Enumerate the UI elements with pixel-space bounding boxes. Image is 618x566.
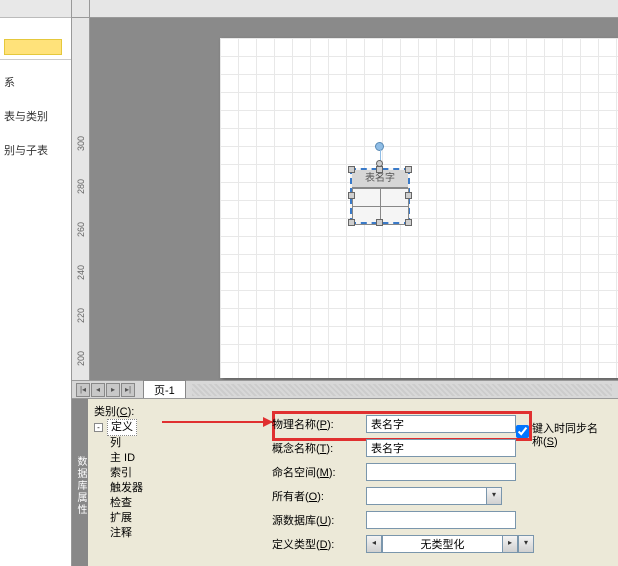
tab-first-button[interactable]: |◂ bbox=[76, 383, 90, 397]
database-properties-panel: 数据库属性 类别(C): - 定义 列 主 ID 索引 触发器 检查 扩展 注释… bbox=[72, 398, 618, 566]
physical-name-label: 物理名称(P): bbox=[272, 416, 360, 432]
tree-item[interactable]: 检查 bbox=[110, 496, 184, 511]
tree-expand-icon[interactable]: - bbox=[94, 423, 103, 432]
tree-children: 列 主 ID 索引 触发器 检查 扩展 注释 bbox=[110, 436, 184, 541]
row-source-db: 源数据库(U): bbox=[272, 511, 612, 529]
namespace-input[interactable] bbox=[366, 463, 516, 481]
tree-item[interactable]: 主 ID bbox=[110, 451, 184, 466]
chevron-down-icon[interactable]: ▾ bbox=[486, 487, 502, 505]
left-panel-lower bbox=[0, 380, 72, 566]
ruler-tick: 260 bbox=[76, 222, 86, 237]
tree-item[interactable]: 注释 bbox=[110, 526, 184, 541]
tree-item[interactable]: 触发器 bbox=[110, 481, 184, 496]
ruler-tick: 280 bbox=[76, 179, 86, 194]
left-category-panel: 系 表与类别 别与子表 bbox=[0, 0, 72, 380]
source-db-label: 源数据库(U): bbox=[272, 512, 360, 528]
sync-names-checkbox[interactable] bbox=[516, 425, 529, 438]
category-tree[interactable]: - 定义 列 主 ID 索引 触发器 检查 扩展 注释 bbox=[94, 419, 184, 541]
tab-last-button[interactable]: ▸| bbox=[121, 383, 135, 397]
resize-handle-icon[interactable] bbox=[405, 192, 412, 199]
drawing-canvas-wrapper: 200 220 240 260 280 300 表名字 bbox=[72, 0, 618, 380]
source-db-input[interactable] bbox=[366, 511, 516, 529]
owner-label: 所有者(O): bbox=[272, 488, 360, 504]
row-owner: 所有者(O): ▾ bbox=[272, 487, 612, 505]
ruler-tick: 240 bbox=[76, 265, 86, 280]
physical-name-input[interactable] bbox=[366, 415, 516, 433]
annotation-arrow-icon bbox=[162, 421, 272, 423]
category-heading: 类别(C): bbox=[94, 403, 134, 419]
tree-root-label[interactable]: 定义 bbox=[107, 419, 137, 436]
resize-handle-icon[interactable] bbox=[348, 192, 355, 199]
tab-strip-filler bbox=[192, 384, 612, 396]
row-def-type: 定义类型(D): ◂ ▸ ▾ bbox=[272, 535, 612, 553]
ruler-tick: 300 bbox=[76, 136, 86, 151]
chevron-right-icon[interactable]: ▸ bbox=[502, 535, 518, 553]
resize-handle-icon[interactable] bbox=[348, 219, 355, 226]
left-panel-header bbox=[0, 0, 71, 18]
entity-shape[interactable]: 表名字 bbox=[350, 168, 410, 224]
tree-item[interactable]: 列 bbox=[110, 436, 184, 451]
def-type-label: 定义类型(D): bbox=[272, 536, 360, 552]
stencil-item-selected[interactable] bbox=[4, 39, 62, 55]
stencil-item[interactable]: 表与类别 bbox=[0, 94, 71, 128]
ruler-tick: 200 bbox=[76, 351, 86, 366]
namespace-label: 命名空间(M): bbox=[272, 464, 360, 480]
concept-name-label: 概念名称(T): bbox=[272, 440, 360, 456]
chevron-down-icon[interactable]: ▾ bbox=[518, 535, 534, 553]
resize-handle-icon[interactable] bbox=[405, 166, 412, 173]
left-panel-selected-row[interactable] bbox=[0, 18, 71, 60]
resize-handle-icon[interactable] bbox=[376, 166, 383, 173]
tab-next-button[interactable]: ▸ bbox=[106, 383, 120, 397]
sync-names-option[interactable]: 键入时同步名称(S) bbox=[516, 423, 606, 449]
tree-item[interactable]: 索引 bbox=[110, 466, 184, 481]
stencil-item[interactable]: 别与子表 bbox=[0, 128, 71, 162]
drawing-page[interactable] bbox=[220, 38, 618, 378]
ruler-tick: 220 bbox=[76, 308, 86, 323]
ruler-vertical: 200 220 240 260 280 300 bbox=[72, 18, 90, 380]
tab-nav-buttons: |◂ ◂ ▸ ▸| bbox=[72, 383, 139, 397]
owner-input[interactable] bbox=[366, 487, 486, 505]
tab-prev-button[interactable]: ◂ bbox=[91, 383, 105, 397]
resize-handle-icon[interactable] bbox=[376, 219, 383, 226]
properties-vertical-tab[interactable]: 数据库属性 bbox=[72, 399, 88, 566]
def-type-input[interactable] bbox=[382, 535, 502, 553]
ruler-corner bbox=[72, 0, 90, 18]
resize-handle-icon[interactable] bbox=[348, 166, 355, 173]
row-namespace: 命名空间(M): bbox=[272, 463, 612, 481]
concept-name-input[interactable] bbox=[366, 439, 516, 457]
page-tab-strip: |◂ ◂ ▸ ▸| 页-1 bbox=[72, 380, 618, 398]
resize-handle-icon[interactable] bbox=[405, 219, 412, 226]
owner-combo[interactable]: ▾ bbox=[366, 487, 502, 505]
canvas-background[interactable]: 表名字 bbox=[90, 18, 618, 380]
ruler-horizontal bbox=[90, 0, 618, 18]
chevron-left-icon[interactable]: ◂ bbox=[366, 535, 382, 553]
def-type-combo[interactable]: ◂ ▸ ▾ bbox=[366, 535, 534, 553]
tree-item[interactable]: 扩展 bbox=[110, 511, 184, 526]
sync-names-label: 键入时同步名称(S) bbox=[532, 423, 606, 449]
page-tab[interactable]: 页-1 bbox=[143, 380, 186, 400]
stencil-item[interactable]: 系 bbox=[0, 60, 71, 94]
